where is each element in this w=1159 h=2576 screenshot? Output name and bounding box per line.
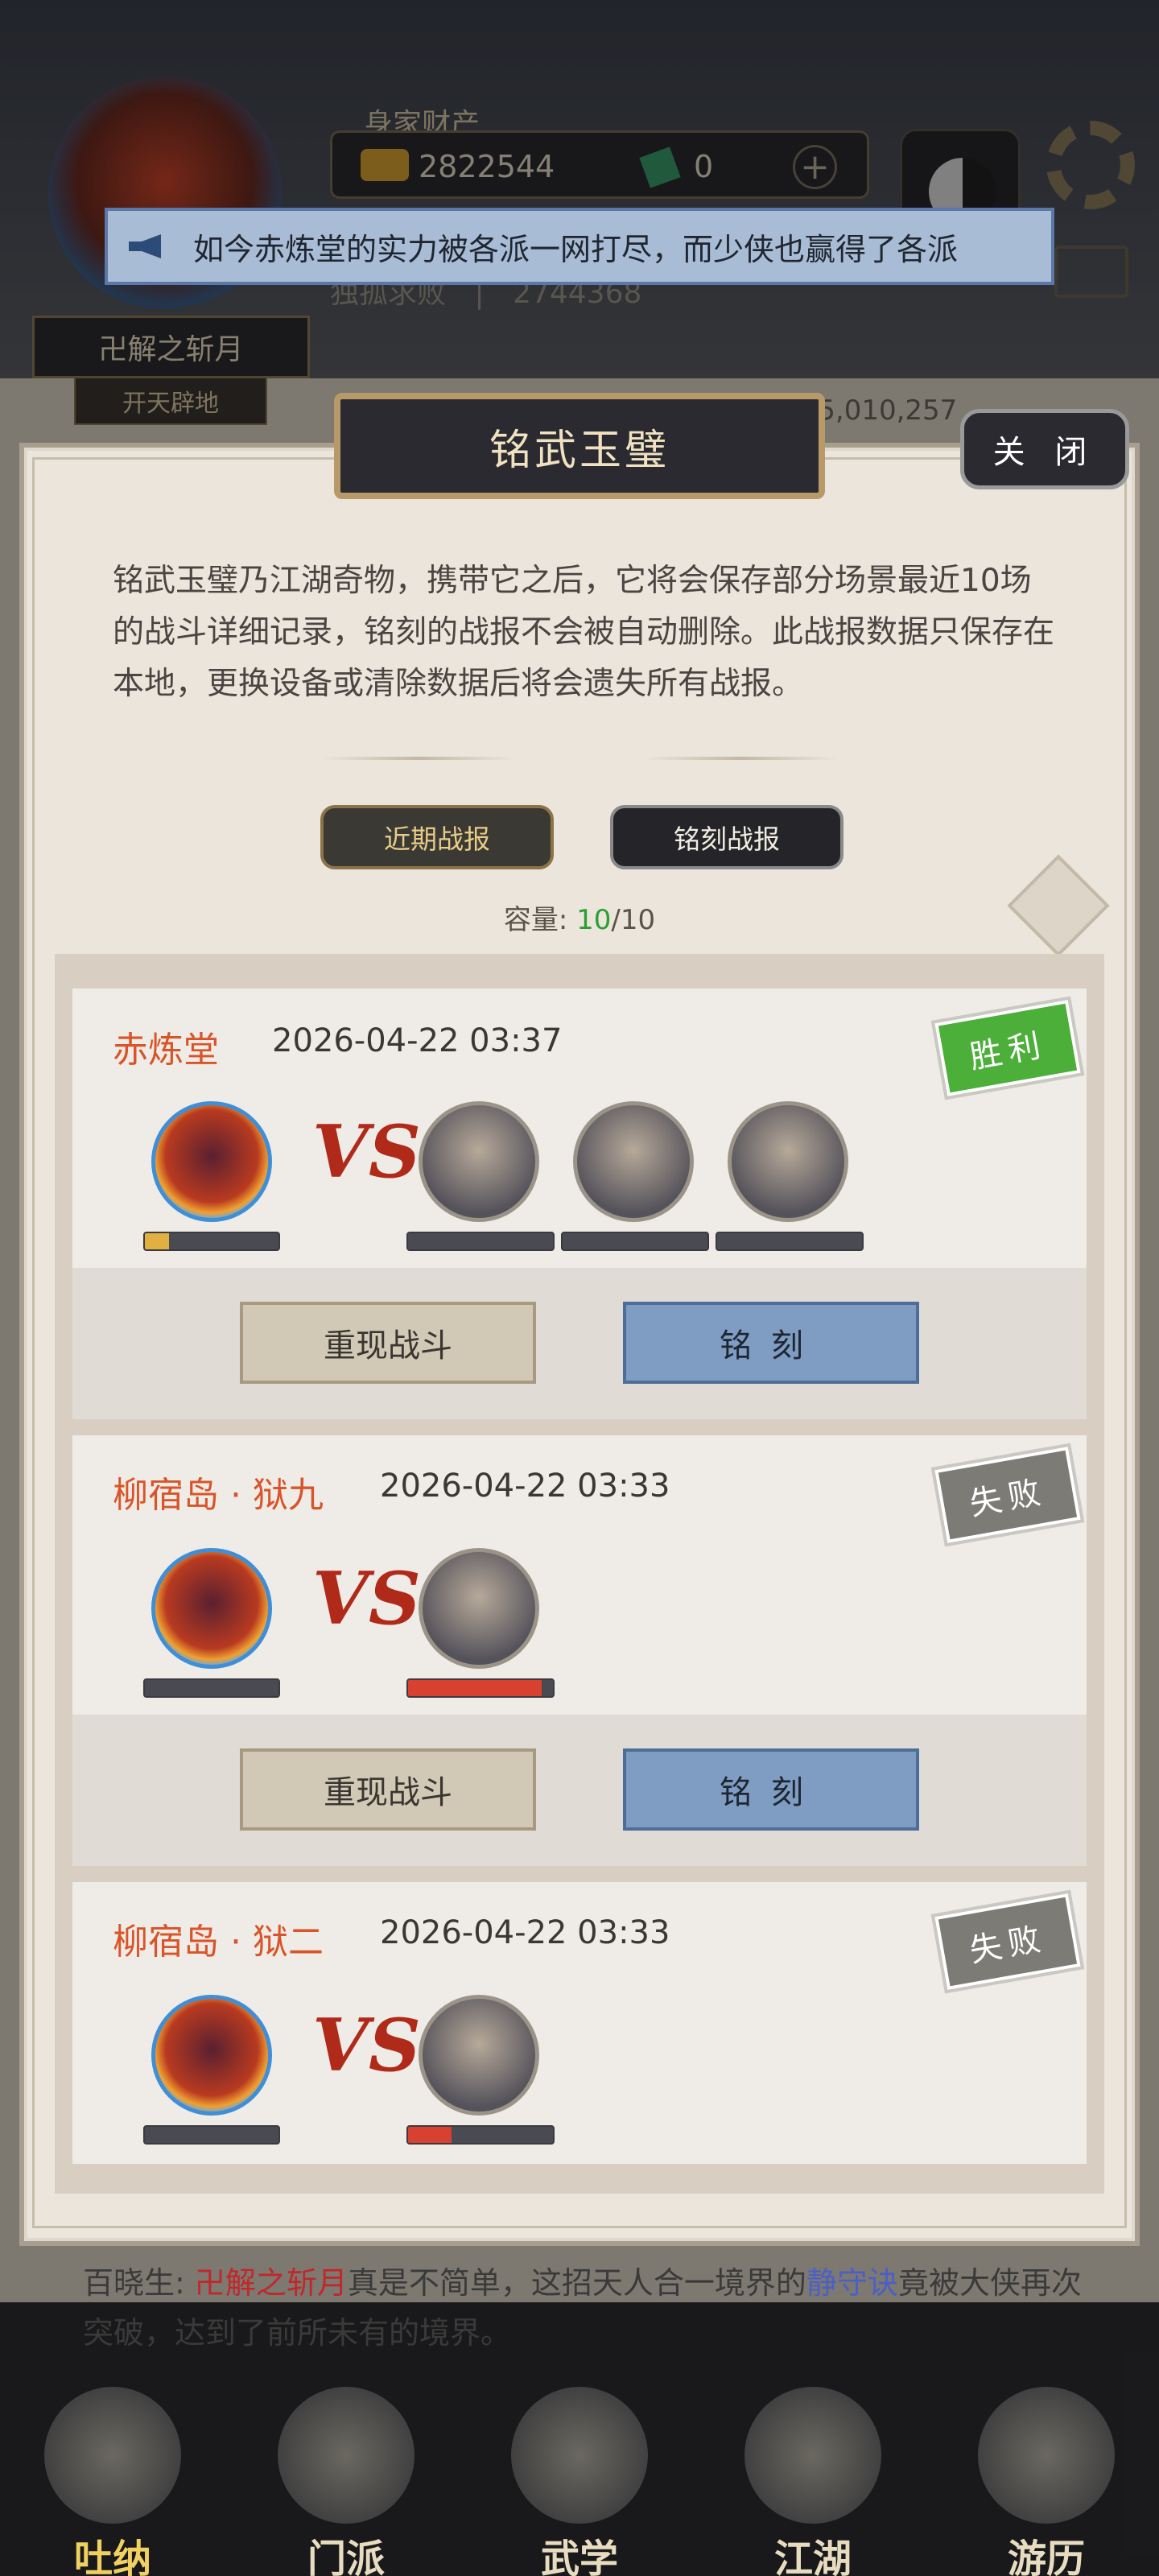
- enemy-portrait: [728, 1101, 848, 1222]
- modal-description: 铭武玉璧乃江湖奇物，携带它之后，它将会保存部分场景最近10场的战斗详细记录，铭刻…: [113, 563, 1055, 702]
- notice-banner: 如今赤炼堂的实力被各派一网打尽，而少侠也赢得了各派: [105, 208, 1054, 285]
- enemy-portrait: [419, 1101, 539, 1222]
- engrave-button[interactable]: 铭刻: [623, 1748, 919, 1831]
- modal-title: 铭武玉璧: [334, 393, 825, 499]
- enemy-hp-fill: [408, 2127, 452, 2143]
- sect-icon: [278, 2387, 415, 2524]
- vs-label: VS: [312, 1109, 421, 1195]
- chat-player-name[interactable]: 卍解之斩月: [195, 2265, 348, 2301]
- player-portrait: [151, 1101, 272, 1222]
- divider-left: [322, 757, 515, 760]
- replay-battle-button[interactable]: 重现战斗: [240, 1748, 536, 1831]
- result-stamp: 胜利: [934, 1000, 1081, 1096]
- report-place: 赤炼堂: [113, 1030, 219, 1071]
- result-stamp: 失败: [934, 1447, 1081, 1543]
- capacity-text: 容量: 10/10: [0, 898, 1159, 937]
- report-datetime: 2026-04-22 03:33: [380, 1914, 670, 1951]
- nav-meditation[interactable]: 吐纳: [20, 2387, 205, 2576]
- capacity-current: 10: [576, 904, 612, 936]
- enemy-portrait: [419, 1548, 539, 1669]
- replay-battle-button[interactable]: 重现战斗: [240, 1302, 536, 1384]
- tab-engraved-reports[interactable]: 铭刻战报: [610, 805, 843, 869]
- report-card: 柳宿岛 · 狱二 2026-04-22 03:33 失败 VS: [72, 1882, 1087, 2164]
- horse-icon: [978, 2387, 1115, 2524]
- chat-message: 百晓生: 卍解之斩月真是不简单，这招天人合一境界的静守诀竟被大侠再次突破，达到了…: [83, 2258, 1105, 2358]
- capacity-label: 容量:: [503, 904, 577, 936]
- report-place: 柳宿岛 · 狱九: [113, 1475, 324, 1516]
- enemy-hp-bar: [561, 1232, 709, 1251]
- nav-martial-arts[interactable]: 武学: [487, 2387, 672, 2576]
- enemy-hp-bar: [716, 1232, 864, 1251]
- chat-speaker: 百晓生:: [83, 2265, 195, 2301]
- nav-sect[interactable]: 门派: [254, 2387, 439, 2576]
- enemy-portrait: [419, 1995, 539, 2116]
- nav-label: 吐纳: [73, 2537, 151, 2576]
- vs-label: VS: [312, 2003, 421, 2088]
- meditation-icon: [44, 2387, 181, 2524]
- player-hp-bar: [143, 1678, 280, 1698]
- enemy-hp-bar: [406, 1232, 555, 1251]
- player-portrait: [151, 1548, 272, 1669]
- nav-label: 武学: [540, 2537, 618, 2576]
- capacity-max: /10: [611, 904, 656, 936]
- report-card: 柳宿岛 · 狱九 2026-04-22 03:33 失败 VS 重现战斗 铭刻: [72, 1435, 1087, 1866]
- report-datetime: 2026-04-22 03:33: [380, 1468, 670, 1505]
- player-hp-fill: [145, 1233, 169, 1249]
- player-hp-bar: [143, 1232, 280, 1251]
- nav-label: 游历: [1007, 2537, 1085, 2576]
- divider-right: [644, 757, 837, 760]
- player-portrait: [151, 1995, 272, 2116]
- chat-text-1: 真是不简单，这招天人合一境界的: [347, 2265, 806, 2301]
- report-place: 柳宿岛 · 狱二: [113, 1922, 324, 1963]
- result-stamp: 失败: [934, 1893, 1081, 1990]
- enemy-hp-fill: [408, 1680, 542, 1696]
- vs-label: VS: [312, 1556, 421, 1641]
- notice-text: 如今赤炼堂的实力被各派一网打尽，而少侠也赢得了各派: [193, 231, 959, 267]
- card-actions: 重现战斗 铭刻: [72, 1268, 1087, 1419]
- nav-travel[interactable]: 游历: [954, 2387, 1139, 2576]
- enemy-hp-bar: [406, 2125, 555, 2145]
- chat-skill-name[interactable]: 静守诀: [806, 2265, 898, 2301]
- enemy-hp-bar: [406, 1678, 555, 1698]
- report-datetime: 2026-04-22 03:37: [272, 1022, 563, 1059]
- report-card: 赤炼堂 2026-04-22 03:37 胜利 VS 重现战斗 铭刻: [72, 989, 1087, 1419]
- enemy-portrait: [573, 1101, 694, 1222]
- card-actions: 重现战斗 铭刻: [72, 1715, 1087, 1866]
- player-hp-bar: [143, 2125, 280, 2145]
- megaphone-icon: [122, 228, 171, 265]
- close-button[interactable]: 关 闭: [960, 409, 1129, 489]
- tab-recent-reports[interactable]: 近期战报: [320, 805, 554, 869]
- nav-label: 江湖: [773, 2537, 852, 2576]
- nav-jianghu[interactable]: 江湖: [720, 2387, 905, 2576]
- engrave-button[interactable]: 铭刻: [623, 1302, 919, 1384]
- straw-hat-icon: [744, 2387, 881, 2524]
- nav-label: 门派: [307, 2537, 385, 2576]
- martial-book-icon: [511, 2387, 648, 2524]
